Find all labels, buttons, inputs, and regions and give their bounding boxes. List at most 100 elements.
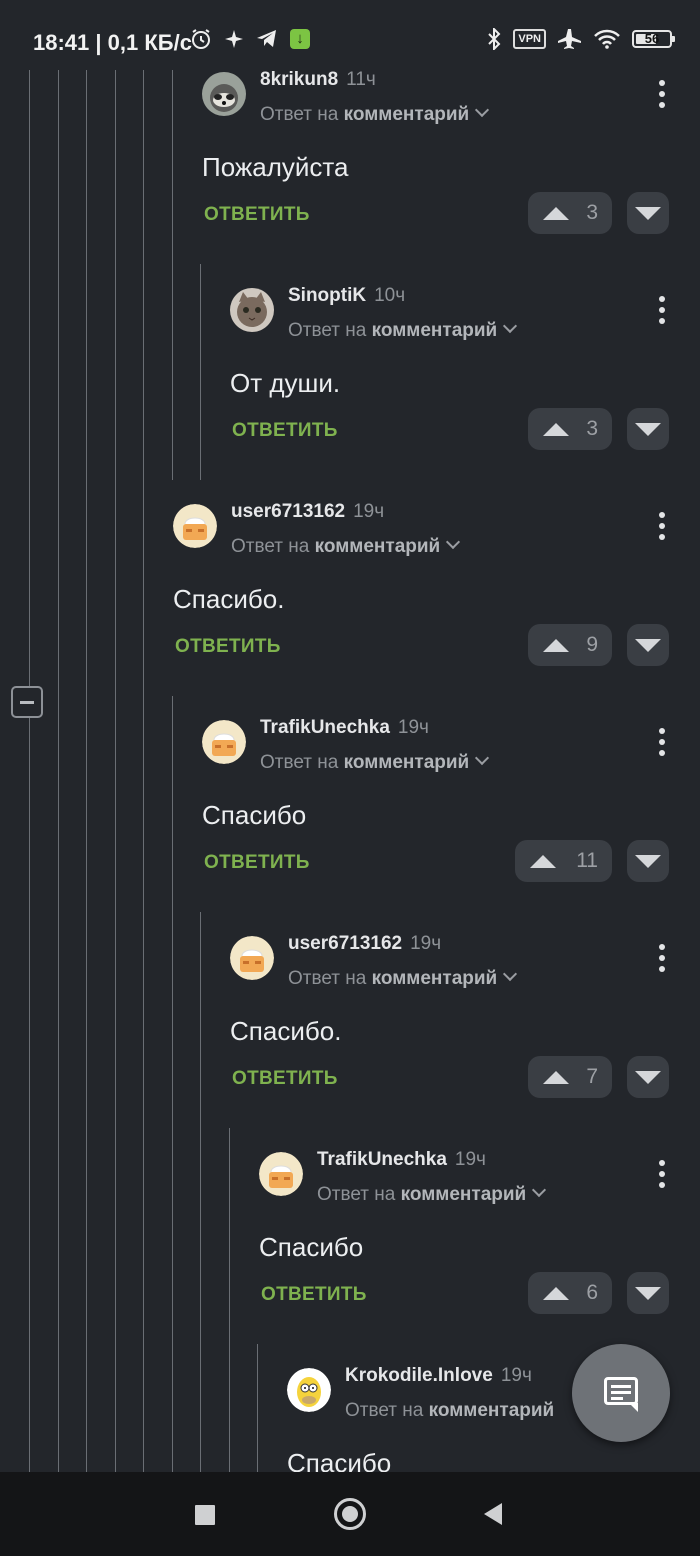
arrow-down-icon: [635, 639, 661, 652]
more-options-icon[interactable]: [659, 1160, 665, 1190]
status-bar: 18:41 | 0,1 КБ/с ↓ VPN 56: [0, 0, 700, 70]
arrow-down-icon: [635, 423, 661, 436]
comment-text: Пожалуйста: [202, 152, 349, 182]
vote-count: 11: [576, 849, 598, 872]
collapse-thread-button[interactable]: [11, 686, 43, 718]
arrow-up-icon: [530, 854, 556, 868]
bluetooth-icon: [488, 28, 501, 50]
home-icon[interactable]: [334, 1498, 366, 1530]
reply-button[interactable]: ОТВЕТИТЬ: [204, 204, 310, 226]
upvote-button[interactable]: 7: [528, 1056, 612, 1098]
arrow-down-icon: [635, 855, 661, 868]
arrow-up-icon: [543, 1070, 569, 1084]
arrow-down-icon: [635, 1287, 661, 1300]
chevron-down-icon: [503, 318, 518, 334]
upvote-button[interactable]: 3: [528, 192, 612, 234]
downvote-button[interactable]: [627, 624, 669, 666]
sparkle-icon: [225, 30, 243, 48]
comment-author[interactable]: Krokodile.Inlove 19ч: [345, 1365, 532, 1387]
comment-author[interactable]: SinoptiK 10ч: [288, 285, 405, 307]
more-options-icon[interactable]: [659, 728, 665, 758]
comment-time: 11ч: [346, 69, 376, 90]
battery-icon: 56: [632, 30, 675, 48]
more-options-icon[interactable]: [659, 80, 665, 110]
reply-to-link[interactable]: Ответ на комментарий: [345, 1400, 554, 1422]
upvote-button[interactable]: 6: [528, 1272, 612, 1314]
comment-text: Спасибо: [202, 800, 307, 830]
chevron-down-icon: [532, 1182, 547, 1198]
avatar[interactable]: [202, 72, 246, 116]
avatar[interactable]: [287, 1368, 331, 1412]
vote-count: 3: [586, 201, 598, 224]
avatar[interactable]: [259, 1152, 303, 1196]
comment-time: 19ч: [454, 1149, 486, 1170]
comment-text: Спасибо: [259, 1232, 364, 1262]
comment-text: Спасибо.: [230, 1016, 342, 1046]
more-options-icon[interactable]: [659, 944, 665, 974]
reply-to-link[interactable]: Ответ на комментарий: [260, 102, 490, 126]
more-options-icon[interactable]: [659, 296, 665, 326]
downvote-button[interactable]: [627, 840, 669, 882]
downvote-button[interactable]: [627, 192, 669, 234]
comment-time: 10ч: [374, 285, 406, 306]
reply-to-link[interactable]: Ответ на комментарий: [260, 750, 490, 774]
upvote-button[interactable]: 3: [528, 408, 612, 450]
back-icon[interactable]: [484, 1503, 502, 1525]
reply-to-link[interactable]: Ответ на комментарий: [288, 318, 518, 342]
comment-fab-button[interactable]: [572, 1344, 670, 1442]
comment-time: 19ч: [500, 1365, 532, 1386]
status-time: 18:41 | 0,1 КБ/с: [33, 30, 192, 55]
upvote-button[interactable]: 11: [515, 840, 612, 882]
downvote-button[interactable]: [627, 408, 669, 450]
downvote-button[interactable]: [627, 1272, 669, 1314]
chevron-down-icon: [503, 966, 518, 982]
avatar[interactable]: [230, 288, 274, 332]
comment-author[interactable]: 8krikun8 11ч: [260, 69, 376, 91]
comment-author[interactable]: user6713162 19ч: [288, 933, 441, 955]
arrow-up-icon: [543, 206, 569, 220]
vote-count: 3: [586, 417, 598, 440]
comment-text: Спасибо.: [173, 584, 285, 614]
recent-apps-icon[interactable]: [195, 1505, 215, 1525]
comment-author[interactable]: TrafikUnechka 19ч: [260, 717, 429, 739]
system-nav-bar: [0, 1472, 700, 1556]
comment-text: От души.: [230, 368, 341, 398]
reply-to-link[interactable]: Ответ на комментарий: [317, 1182, 547, 1206]
chevron-down-icon: [446, 534, 461, 550]
vpn-icon: VPN: [513, 29, 546, 49]
chevron-down-icon: [475, 750, 490, 766]
arrow-down-icon: [635, 1071, 661, 1084]
chevron-down-icon: [475, 102, 490, 118]
arrow-up-icon: [543, 638, 569, 652]
comment-time: 19ч: [410, 933, 442, 954]
avatar[interactable]: [230, 936, 274, 980]
reply-button[interactable]: ОТВЕТИТЬ: [261, 1284, 367, 1306]
reply-to-link[interactable]: Ответ на комментарий: [231, 534, 461, 558]
upvote-button[interactable]: 9: [528, 624, 612, 666]
comment-author[interactable]: TrafikUnechka 19ч: [317, 1149, 486, 1171]
network-speed: | 0,1 КБ/с: [95, 30, 192, 55]
vote-count: 9: [586, 633, 598, 656]
more-options-icon[interactable]: [659, 512, 665, 542]
comment-author[interactable]: user6713162 19ч: [231, 501, 384, 523]
telegram-icon: [257, 30, 276, 47]
vote-count: 7: [586, 1065, 598, 1088]
alarm-icon: [192, 29, 210, 49]
vote-count: 6: [586, 1281, 598, 1304]
download-icon: ↓: [290, 29, 310, 49]
reply-button[interactable]: ОТВЕТИТЬ: [232, 420, 338, 442]
reply-button[interactable]: ОТВЕТИТЬ: [232, 1068, 338, 1090]
reply-button[interactable]: ОТВЕТИТЬ: [204, 852, 310, 874]
comment-time: 19ч: [397, 717, 429, 738]
reply-button[interactable]: ОТВЕТИТЬ: [175, 636, 281, 658]
avatar[interactable]: [173, 504, 217, 548]
wifi-icon: [594, 29, 620, 49]
arrow-up-icon: [543, 422, 569, 436]
avatar[interactable]: [202, 720, 246, 764]
reply-to-link[interactable]: Ответ на комментарий: [288, 966, 518, 990]
arrow-down-icon: [635, 207, 661, 220]
downvote-button[interactable]: [627, 1056, 669, 1098]
comment-time: 19ч: [353, 501, 385, 522]
arrow-up-icon: [543, 1286, 569, 1300]
airplane-icon: [558, 29, 581, 49]
